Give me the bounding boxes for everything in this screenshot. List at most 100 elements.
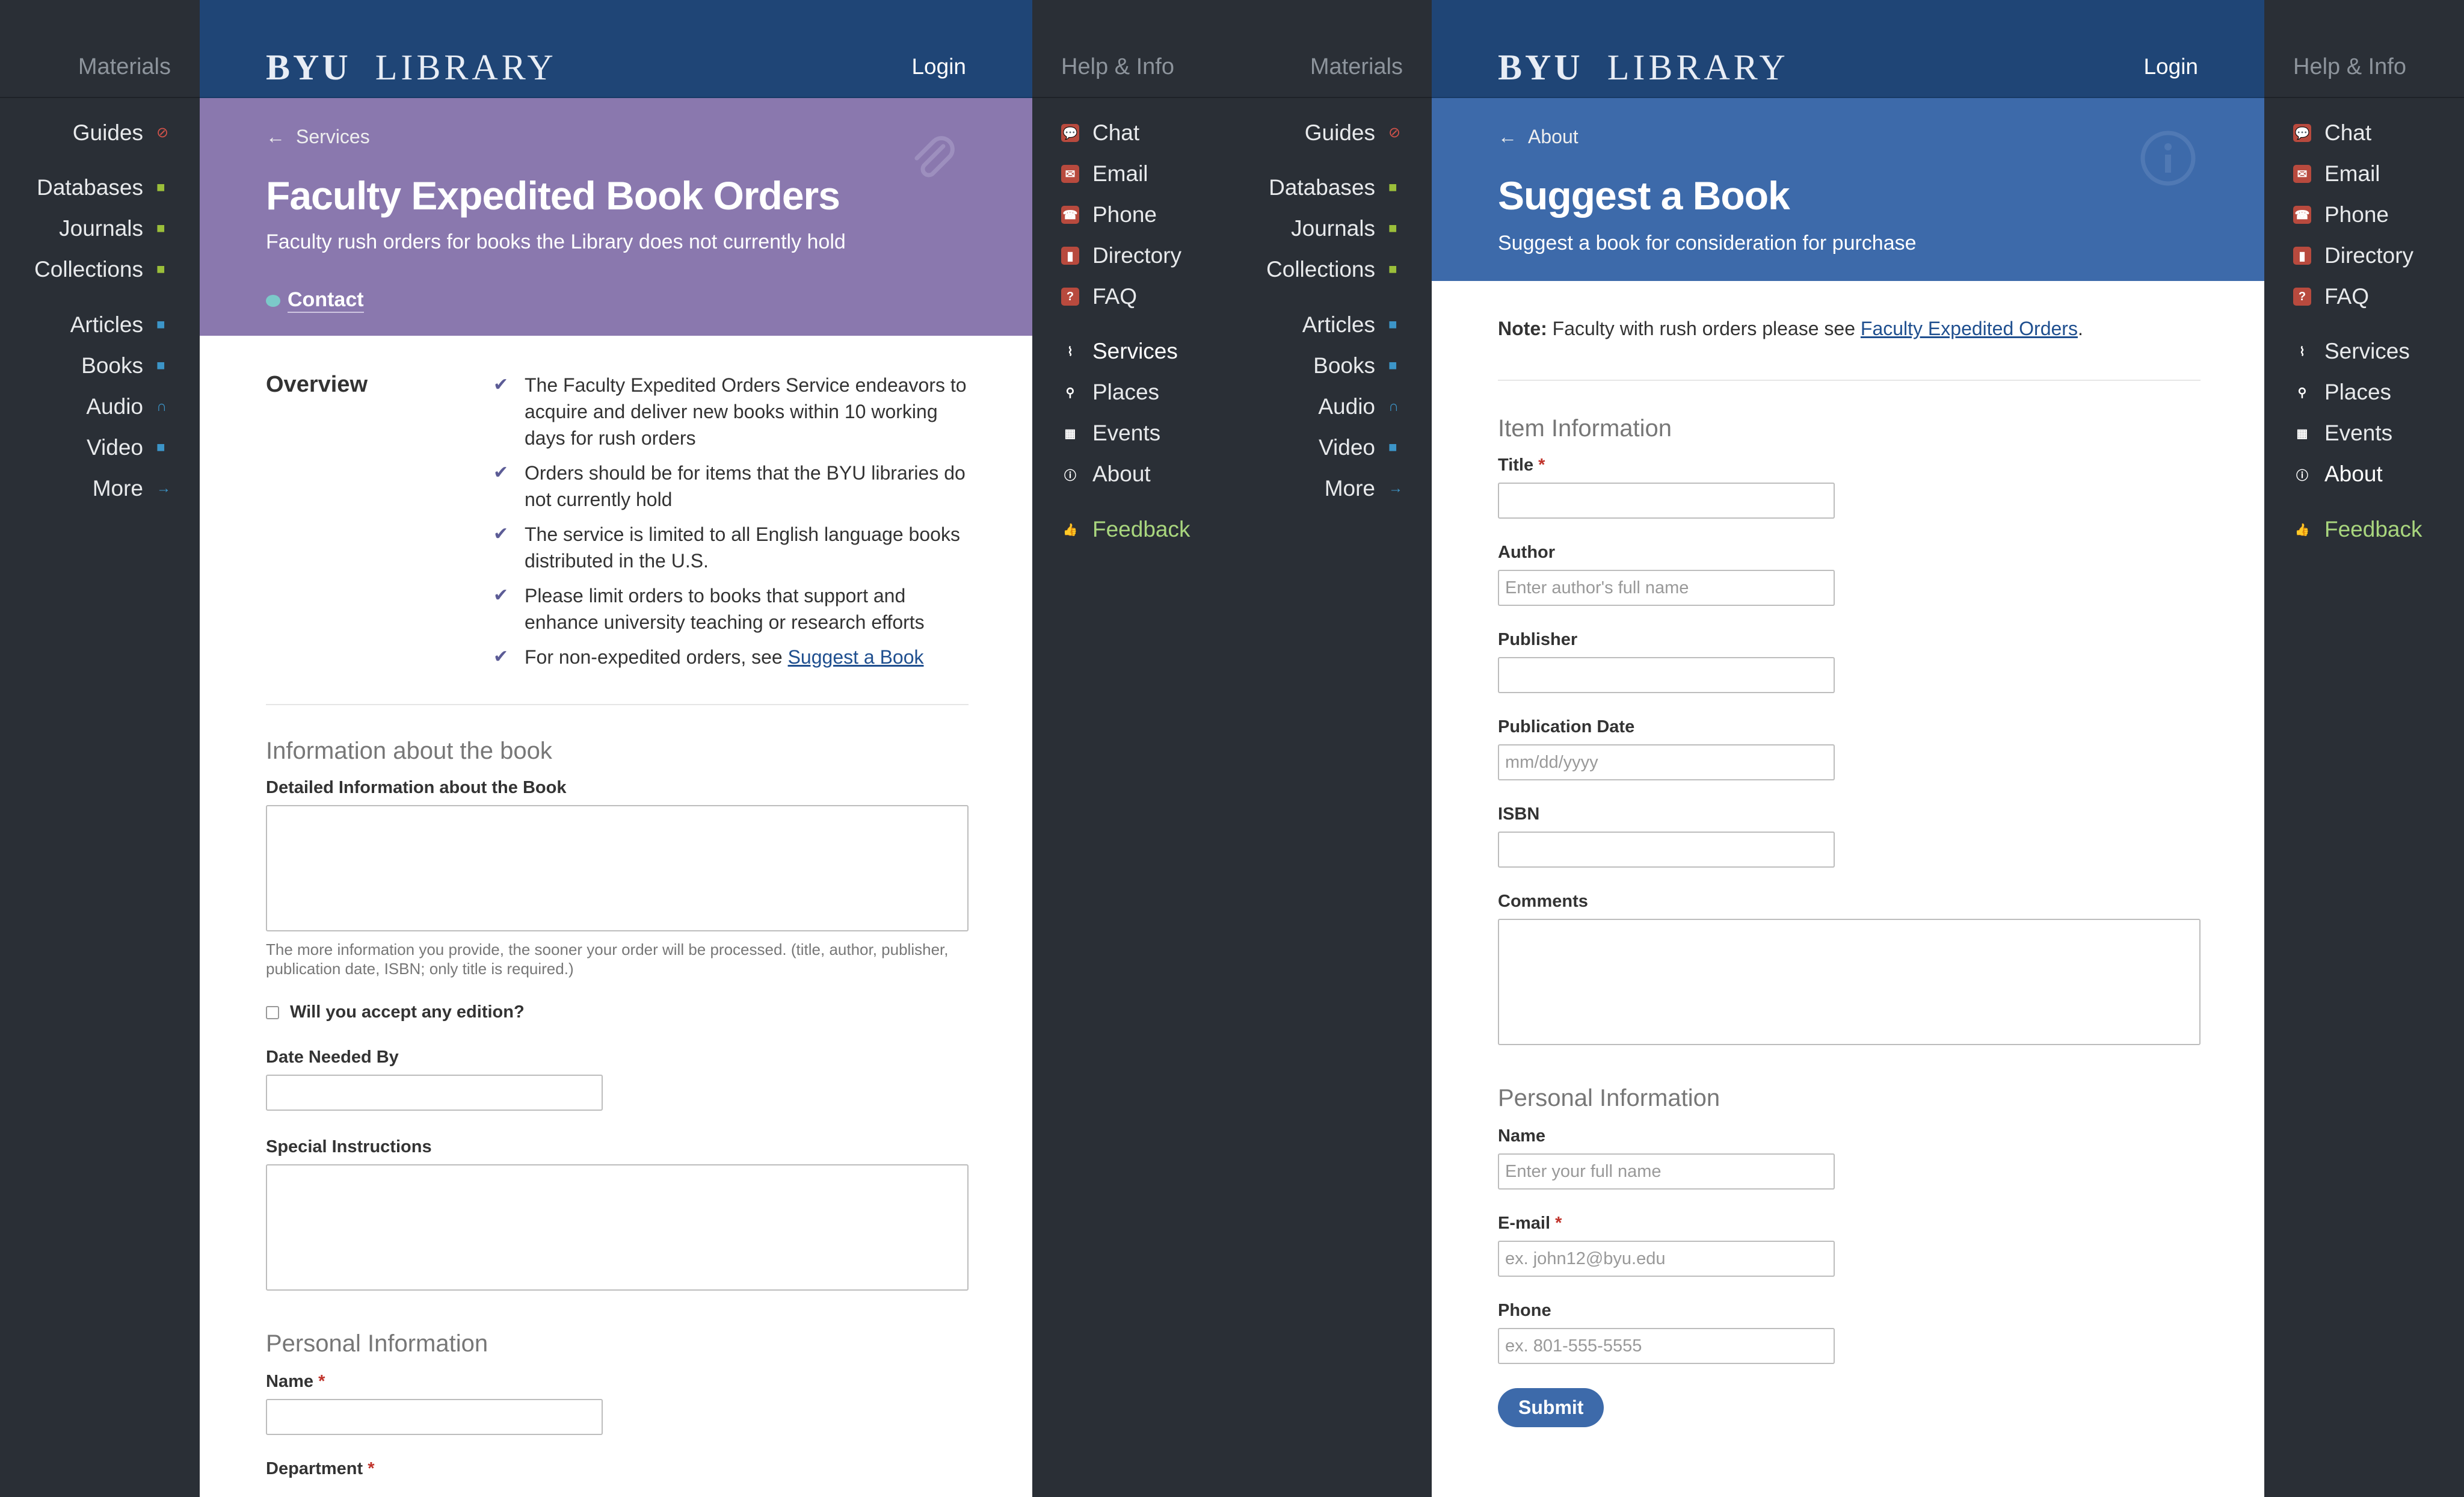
isbn-input[interactable] <box>1498 832 1835 868</box>
site-item-label: Services <box>2324 339 2410 363</box>
site-item-places[interactable]: ⚲ Places <box>1061 380 1159 405</box>
overview-item: ✔ The service is limited to all English l… <box>493 521 969 574</box>
help-item-phone[interactable]: ☎ Phone <box>2293 202 2389 227</box>
login-link[interactable]: Login <box>2143 54 2198 79</box>
suggest-form: Item Information Title * Author Enter au… <box>1498 415 2201 1427</box>
help-item-faq[interactable]: ? FAQ <box>1061 284 1137 309</box>
special-instructions-textarea[interactable] <box>266 1164 969 1291</box>
site-item-events[interactable]: ▦ Events <box>2293 421 2393 446</box>
edition-checkbox[interactable] <box>266 1005 279 1019</box>
materials-item-books[interactable]: Books ■ <box>81 353 171 378</box>
title-input[interactable] <box>1498 483 1835 519</box>
help-item-phone[interactable]: ☎ Phone <box>1061 202 1157 227</box>
audio-icon: ∩ <box>1388 398 1399 415</box>
speech-bubble-icon <box>266 294 280 307</box>
author-label: Author <box>1498 543 1556 562</box>
page-hero: ← About Suggest a Book Suggest a book fo… <box>1432 98 2264 281</box>
materials-item-journals[interactable]: Journals ■ <box>59 216 171 241</box>
detailed-info-textarea[interactable] <box>266 805 969 931</box>
site-item-places[interactable]: ⚲ Places <box>2293 380 2391 405</box>
materials-item-guides[interactable]: Guides ⊘ <box>73 120 171 146</box>
author-input[interactable]: Enter author's full name <box>1498 570 1835 606</box>
materials-item-label: Journals <box>1291 216 1375 241</box>
materials-item-label: Guides <box>72 120 143 145</box>
email-icon: ✉ <box>2293 165 2311 183</box>
byu-library-logo[interactable]: BYU LIBRARY <box>1498 47 1789 88</box>
materials-item-video[interactable]: Video ■ <box>1319 435 1403 460</box>
date-needed-input[interactable] <box>266 1075 603 1111</box>
help-item-label: Phone <box>1092 202 1157 227</box>
about-icon: ⓘ <box>1064 469 1076 483</box>
overview-item: ✔ For non-expedited orders, see Suggest a… <box>493 644 969 670</box>
login-link[interactable]: Login <box>911 54 966 79</box>
site-item-services[interactable]: ⌇ Services <box>2293 339 2410 364</box>
overview-item-text: The Faculty Expedited Orders Service end… <box>525 374 967 449</box>
page-title: Suggest a Book <box>1498 173 1790 218</box>
journals-icon: ■ <box>1388 220 1397 236</box>
events-icon: ▦ <box>1064 427 1076 440</box>
breadcrumb-label: About <box>1528 126 1578 147</box>
help-item-faq[interactable]: ? FAQ <box>2293 284 2369 309</box>
materials-item-collections[interactable]: Collections ■ <box>34 257 171 282</box>
breadcrumb[interactable]: ← About <box>1498 126 1578 148</box>
breadcrumb-label: Services <box>296 126 370 147</box>
name-input[interactable] <box>266 1399 603 1435</box>
suggest-book-link[interactable]: Suggest a Book <box>788 646 924 668</box>
page-subtitle: Suggest a book for consideration for pur… <box>1498 232 1917 255</box>
help-item-label: Directory <box>1092 243 1182 268</box>
materials-item-label: Audio <box>1318 394 1375 419</box>
feedback-link[interactable]: 👍 Feedback <box>2293 517 2422 542</box>
help-item-label: FAQ <box>2324 284 2370 309</box>
email-input[interactable]: ex. john12@byu.edu <box>1498 1241 1835 1277</box>
site-item-events[interactable]: ▦ Events <box>1061 421 1161 446</box>
byu-library-logo[interactable]: BYU LIBRARY <box>266 47 557 88</box>
materials-item-label: Video <box>1319 435 1375 460</box>
help-item-chat[interactable]: 💬 Chat <box>2293 120 2371 146</box>
submit-button[interactable]: Submit <box>1498 1388 1604 1427</box>
detailed-info-label: Detailed Information about the Book <box>266 778 567 797</box>
materials-item-collections[interactable]: Collections ■ <box>1266 257 1403 282</box>
publication-date-input[interactable]: mm/dd/yyyy <box>1498 744 1835 780</box>
materials-item-audio[interactable]: Audio ∩ <box>1318 394 1403 419</box>
materials-item-books[interactable]: Books ■ <box>1313 353 1403 378</box>
materials-item-databases[interactable]: Databases ■ <box>1269 175 1403 200</box>
contact-link[interactable]: Contact <box>266 288 364 313</box>
materials-item-articles[interactable]: Articles ■ <box>70 312 171 338</box>
site-item-label: Services <box>1092 339 1178 363</box>
help-item-email[interactable]: ✉ Email <box>2293 161 2380 187</box>
name-input[interactable]: Enter your full name <box>1498 1153 1835 1190</box>
site-item-about[interactable]: ⓘ About <box>2264 454 2464 494</box>
site-item-services[interactable]: ⌇ Services <box>1032 332 1232 371</box>
articles-icon: ■ <box>156 316 165 333</box>
publication-date-label: Publication Date <box>1498 717 1635 736</box>
faq-icon: ? <box>1061 288 1079 306</box>
books-icon: ■ <box>156 357 165 374</box>
phone-input[interactable]: ex. 801-555-5555 <box>1498 1328 1835 1364</box>
comments-textarea[interactable] <box>1498 919 2201 1045</box>
materials-item-journals[interactable]: Journals ■ <box>1291 216 1403 241</box>
publisher-input[interactable] <box>1498 657 1835 693</box>
materials-item-more[interactable]: More → <box>1325 476 1403 501</box>
materials-item-guides[interactable]: Guides ⊘ <box>1305 120 1403 146</box>
services-icon: ⌇ <box>2299 345 2305 359</box>
databases-icon: ■ <box>1388 179 1397 196</box>
overview-item-text: The service is limited to all English la… <box>525 523 960 572</box>
help-item-directory[interactable]: ▮ Directory <box>2293 243 2413 268</box>
help-item-chat[interactable]: 💬 Chat <box>1061 120 1139 146</box>
site-item-about[interactable]: ⓘ About <box>1061 461 1151 487</box>
materials-item-label: Articles <box>1302 312 1375 337</box>
breadcrumb[interactable]: ← Services <box>266 126 370 148</box>
materials-item-more[interactable]: More → <box>93 476 171 501</box>
materials-item-video[interactable]: Video ■ <box>87 435 171 460</box>
help-item-email[interactable]: ✉ Email <box>1061 161 1148 187</box>
left-nav-header: Materials <box>0 0 200 98</box>
materials-item-databases[interactable]: Databases ■ <box>37 175 171 200</box>
help-item-directory[interactable]: ▮ Directory <box>1061 243 1181 268</box>
divider <box>266 704 969 705</box>
help-item-label: Chat <box>1092 120 1140 145</box>
materials-item-audio[interactable]: Audio ∩ <box>86 394 171 419</box>
faculty-expedited-link[interactable]: Faculty Expedited Orders <box>1861 318 2078 339</box>
feedback-link[interactable]: 👍 Feedback <box>1061 517 1190 542</box>
site-item-label: Places <box>1092 380 1160 404</box>
materials-item-articles[interactable]: Articles ■ <box>1302 312 1403 338</box>
